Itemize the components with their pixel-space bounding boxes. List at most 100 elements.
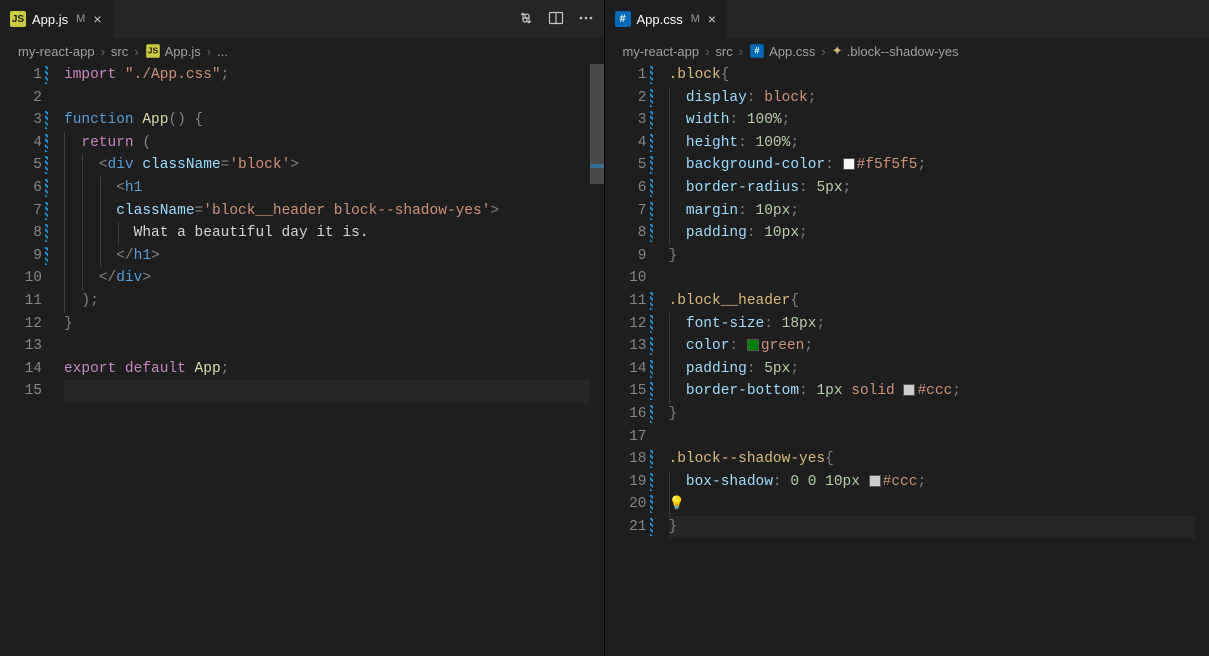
overview-ruler[interactable] xyxy=(1195,64,1209,656)
code-line[interactable]: height: 100%; xyxy=(669,132,1209,155)
line-number: 10 xyxy=(605,267,647,290)
code-line[interactable]: <h1 xyxy=(64,177,604,200)
line-number: 4 xyxy=(605,132,647,155)
code-line[interactable]: } xyxy=(669,516,1209,539)
code-line[interactable]: function App() { xyxy=(64,109,604,132)
code-line[interactable]: <div className='block'> xyxy=(64,154,604,177)
code-line[interactable]: </h1> xyxy=(64,245,604,268)
code-area-left[interactable]: import "./App.css"; function App() { retu… xyxy=(56,64,604,656)
modified-line-indicator xyxy=(650,224,653,242)
modified-line-indicator xyxy=(650,315,653,333)
modified-line-indicator xyxy=(45,111,48,129)
editor-pane-left: JS App.js M × xyxy=(0,0,605,656)
color-swatch[interactable] xyxy=(843,158,855,170)
color-swatch[interactable] xyxy=(903,384,915,396)
code-line[interactable] xyxy=(669,267,1209,290)
code-line[interactable]: color: green; xyxy=(669,335,1209,358)
code-line[interactable]: } xyxy=(64,313,604,336)
chevron-right-icon: › xyxy=(819,44,827,59)
tab-actions xyxy=(518,0,604,38)
line-number: 19 xyxy=(605,471,647,494)
modified-line-indicator xyxy=(650,450,653,468)
close-tab-icon[interactable]: × xyxy=(91,12,103,26)
line-number: 12 xyxy=(605,313,647,336)
color-swatch[interactable] xyxy=(869,475,881,487)
line-number: 3 xyxy=(0,109,42,132)
crumb[interactable]: App.css xyxy=(769,44,815,59)
crumb[interactable]: src xyxy=(715,44,732,59)
code-line[interactable] xyxy=(64,87,604,110)
crumb[interactable]: ... xyxy=(217,44,228,59)
code-line[interactable] xyxy=(64,335,604,358)
code-line[interactable]: background-color: #f5f5f5; xyxy=(669,154,1209,177)
editor-right[interactable]: 123456789101112131415161718192021 .block… xyxy=(605,64,1209,656)
modified-line-indicator xyxy=(650,179,653,197)
tab-app-js[interactable]: JS App.js M × xyxy=(0,0,113,38)
code-line[interactable]: margin: 10px; xyxy=(669,200,1209,223)
modified-line-indicator xyxy=(650,473,653,491)
line-number-gutter: 123456789101112131415 xyxy=(0,64,56,656)
close-tab-icon[interactable]: × xyxy=(706,12,718,26)
code-line[interactable]: .block__header{ xyxy=(669,290,1209,313)
crumb[interactable]: my-react-app xyxy=(18,44,95,59)
code-line[interactable]: ); xyxy=(64,290,604,313)
split-editor-icon[interactable] xyxy=(548,10,564,29)
breadcrumb-right[interactable]: my-react-app › src › # App.css › ✦ .bloc… xyxy=(605,38,1209,64)
code-line[interactable]: display: block; xyxy=(669,87,1209,110)
chevron-right-icon: › xyxy=(99,44,107,59)
code-line[interactable]: font-size: 18px; xyxy=(669,313,1209,336)
color-swatch[interactable] xyxy=(747,339,759,351)
code-line[interactable]: border-radius: 5px; xyxy=(669,177,1209,200)
editor-left[interactable]: 123456789101112131415 import "./App.css"… xyxy=(0,64,604,656)
code-line[interactable]: padding: 5px; xyxy=(669,358,1209,381)
modified-line-indicator xyxy=(45,202,48,220)
code-line[interactable]: return ( xyxy=(64,132,604,155)
crumb[interactable]: my-react-app xyxy=(623,44,700,59)
cursor-position-marker xyxy=(590,164,604,168)
modified-line-indicator xyxy=(45,179,48,197)
tabs-row-left: JS App.js M × xyxy=(0,0,604,38)
lightbulb-icon[interactable]: 💡 xyxy=(669,496,685,511)
modified-line-indicator xyxy=(650,156,653,174)
code-area-right[interactable]: .block{ display: block; width: 100%; hei… xyxy=(661,64,1209,656)
crumb[interactable]: App.js xyxy=(165,44,201,59)
line-number: 10 xyxy=(0,267,42,290)
js-file-icon: JS xyxy=(146,44,160,58)
code-line[interactable] xyxy=(669,426,1209,449)
modified-line-indicator xyxy=(45,66,48,84)
line-number: 3 xyxy=(605,109,647,132)
code-line[interactable]: .block{ xyxy=(669,64,1209,87)
code-line[interactable]: 💡 xyxy=(669,493,1209,516)
line-number-gutter: 123456789101112131415161718192021 xyxy=(605,64,661,656)
crumb[interactable]: .block--shadow-yes xyxy=(847,44,959,59)
code-line[interactable]: } xyxy=(669,245,1209,268)
line-number: 16 xyxy=(605,403,647,426)
modified-indicator: M xyxy=(691,13,700,25)
code-line[interactable]: import "./App.css"; xyxy=(64,64,604,87)
line-number: 15 xyxy=(605,380,647,403)
line-number: 5 xyxy=(605,154,647,177)
compare-changes-icon[interactable] xyxy=(518,10,534,29)
code-line[interactable] xyxy=(64,380,604,403)
code-line[interactable]: border-bottom: 1px solid #ccc; xyxy=(669,380,1209,403)
code-line[interactable]: box-shadow: 0 0 10px #ccc; xyxy=(669,471,1209,494)
crumb[interactable]: src xyxy=(111,44,128,59)
overview-ruler[interactable] xyxy=(590,64,604,656)
code-line[interactable]: width: 100%; xyxy=(669,109,1209,132)
css-rule-icon: ✦ xyxy=(832,43,843,59)
code-line[interactable]: className='block__header block--shadow-y… xyxy=(64,200,604,223)
breadcrumb-left[interactable]: my-react-app › src › JS App.js › ... xyxy=(0,38,604,64)
line-number: 17 xyxy=(605,426,647,449)
code-line[interactable]: export default App; xyxy=(64,358,604,381)
code-line[interactable]: } xyxy=(669,403,1209,426)
modified-indicator: M xyxy=(76,13,85,25)
code-line[interactable]: </div> xyxy=(64,267,604,290)
code-line[interactable]: What a beautiful day it is. xyxy=(64,222,604,245)
tabs-row-right: # App.css M × xyxy=(605,0,1209,38)
more-actions-icon[interactable] xyxy=(578,10,594,29)
line-number: 2 xyxy=(0,87,42,110)
code-line[interactable]: .block--shadow-yes{ xyxy=(669,448,1209,471)
modified-line-indicator xyxy=(650,292,653,310)
tab-app-css[interactable]: # App.css M × xyxy=(605,0,728,38)
code-line[interactable]: padding: 10px; xyxy=(669,222,1209,245)
